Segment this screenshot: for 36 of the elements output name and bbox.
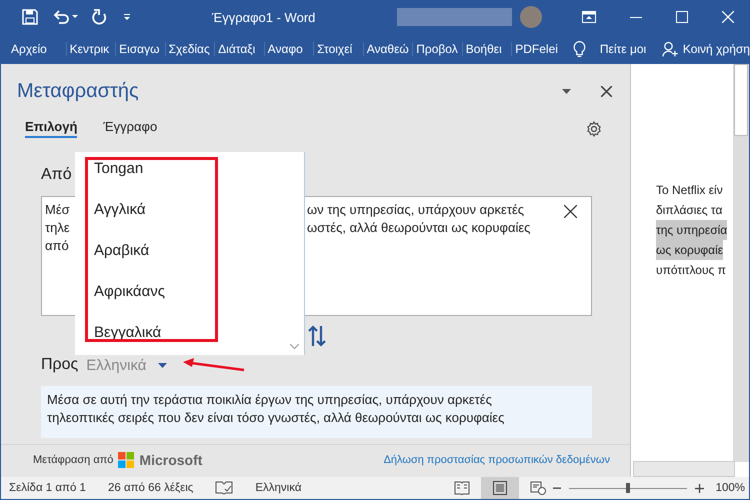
tell-me-field[interactable]: Πείτε μοι	[600, 42, 646, 56]
ribbon-tab[interactable]: Βοήθει	[462, 42, 512, 56]
pane-title: Μεταφραστής	[17, 80, 139, 103]
result-text: τηλεοπτικές σειρές που δεν είναι τόσο γνωστές, αλλά θεωρούνται ως κορυφαίες	[47, 409, 506, 427]
ribbon-tab[interactable]: Αναφο	[264, 42, 314, 56]
language-option[interactable]: Αφρικάανς	[94, 281, 165, 302]
ribbon-tab[interactable]: Κεντρικ	[66, 42, 116, 56]
ribbon-tab[interactable]: Προβολ	[412, 42, 462, 56]
language-option[interactable]: Βεγγαλικά	[94, 322, 162, 343]
ribbon-tab[interactable]: Στοιχεί	[313, 42, 363, 56]
result-text: Μέσα σε αυτή την τεράστια ποικιλία έργων της υπηρεσίας, υπάρχουν αρκετές	[47, 391, 493, 409]
ribbon-tab[interactable]: Διάταξι	[214, 42, 264, 56]
ribbon-tab[interactable]: Εισαγω	[115, 42, 165, 56]
document-text-line: Το Netflix είν	[656, 182, 723, 199]
pane-tab[interactable]: Έγγραφο	[103, 119, 158, 138]
page-count[interactable]: Σελίδα 1 από 1	[9, 482, 86, 494]
language-indicator[interactable]: Ελληνικά	[255, 482, 302, 494]
share-button[interactable]: Κοινή χρήση	[682, 42, 750, 56]
ribbon-tab[interactable]: Αρχείο	[0, 42, 56, 56]
privacy-link[interactable]: Δήλωση προστασίας προσωπικών δεδομένων	[384, 454, 610, 466]
document-text-line: διπλάσιες τα	[656, 202, 722, 219]
translated-by-label: Μετάφραση από	[33, 454, 114, 466]
ribbon-tab[interactable]: Αναθεώ	[362, 42, 412, 56]
ribbon-tab[interactable]: Σχεδίας	[164, 42, 214, 56]
language-option[interactable]: Tongan	[94, 158, 144, 179]
pane-tab[interactable]: Επιλογή	[25, 119, 78, 138]
language-option[interactable]: Αραβικά	[94, 240, 150, 261]
word-count[interactable]: 26 από 66 λέξεις	[108, 482, 194, 494]
from-label: Από	[41, 166, 72, 184]
provider-name: Microsoft	[139, 452, 202, 468]
to-label: Προς	[41, 356, 78, 374]
document-text-line: υπότιτλους π	[656, 262, 726, 279]
language-option[interactable]: Αγγλικά	[94, 199, 146, 220]
window-title: Έγγραφο1 - Word	[212, 10, 316, 25]
ribbon-tab[interactable]: PDFelei	[511, 42, 561, 56]
zoom-level[interactable]: 100%	[716, 482, 745, 494]
